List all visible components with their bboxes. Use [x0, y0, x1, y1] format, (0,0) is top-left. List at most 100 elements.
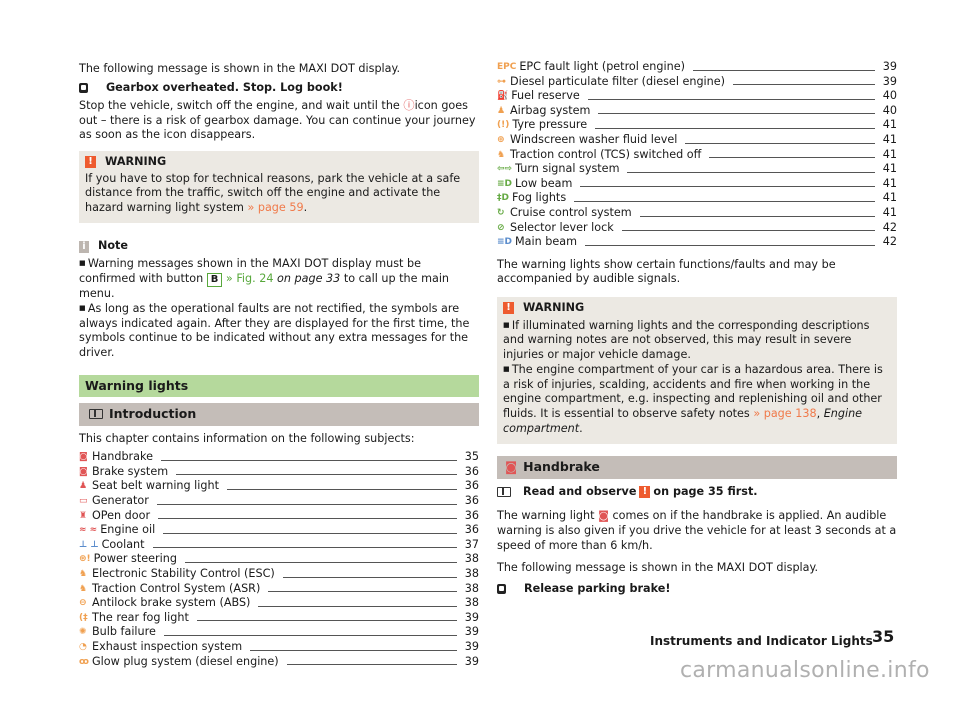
toc-page: 36: [464, 464, 479, 478]
toc-item[interactable]: ◔ Exhaust inspection system 39: [79, 640, 479, 655]
toc-item[interactable]: ♜ OPen door 36: [79, 509, 479, 524]
toc-item[interactable]: ▭ Generator 36: [79, 494, 479, 509]
toc-leader: [163, 532, 457, 534]
toc-label: Diesel particulate filter (diesel engine…: [510, 74, 725, 88]
toc-page: 42: [882, 235, 897, 249]
toc-leader: [574, 200, 875, 202]
toc-label: Airbag system: [510, 103, 591, 117]
toc-item[interactable]: ♞ Traction Control System (ASR) 38: [79, 582, 479, 597]
toc-item[interactable]: ♟ Airbag system 40: [497, 104, 897, 119]
toc-label: Power steering: [93, 552, 177, 566]
toc-item[interactable]: ◙ Handbrake 35: [79, 450, 479, 465]
toc-label: Tyre pressure: [512, 118, 588, 132]
toc-leader: [587, 98, 875, 100]
subsection-title: Introduction: [109, 406, 197, 422]
book-icon: [497, 487, 511, 498]
toc-page: 40: [882, 89, 897, 103]
toc-leader: [692, 69, 875, 71]
note-bullet-2: As long as the operational faults are no…: [79, 301, 479, 360]
warning-light-icon: ◙: [79, 452, 88, 463]
warning-light-icon: ♞: [79, 583, 88, 594]
toc-item[interactable]: (!) Tyre pressure 41: [497, 118, 897, 133]
warning-icon: !: [503, 302, 514, 315]
page-link[interactable]: » page 138: [753, 407, 816, 420]
handbrake-icon-inline: ◙: [598, 509, 609, 523]
toc-item[interactable]: ♞ Electronic Stability Control (ESC) 38: [79, 567, 479, 582]
toc-leader: [733, 84, 875, 86]
toc-item[interactable]: ⊶ Diesel particulate filter (diesel engin…: [497, 75, 897, 90]
toc-leader: [156, 503, 457, 505]
toc-label: The rear fog light: [92, 610, 189, 624]
warning-light-icon: ↻: [497, 207, 505, 218]
toc-item[interactable]: ≈ ≈ Engine oil 36: [79, 523, 479, 538]
toc-item[interactable]: ⊖ Antilock brake system (ABS) 38: [79, 596, 479, 611]
book-icon: [89, 409, 103, 420]
warning-light-icon: ♜: [79, 510, 88, 521]
toc-item[interactable]: ♞ Traction control (TCS) switched off 41: [497, 148, 897, 163]
toc-item[interactable]: ⇦⇨ Turn signal system 41: [497, 162, 897, 177]
text: .: [579, 421, 583, 435]
toc-item[interactable]: (‡ The rear fog light 39: [79, 611, 479, 626]
note-title: Note: [98, 239, 128, 253]
info-icon: i: [79, 240, 89, 253]
toc-leader: [585, 244, 875, 246]
toc-page: 38: [464, 567, 479, 581]
toc-page: 41: [882, 191, 897, 205]
warning-light-icon: ♟: [79, 481, 88, 492]
page-link[interactable]: » page 59: [247, 201, 303, 214]
toc-leader: [184, 562, 457, 564]
toc-page: 36: [464, 508, 479, 522]
toc-label: OPen door: [92, 508, 151, 522]
toc-item[interactable]: ⊕ Windscreen washer fluid level 41: [497, 133, 897, 148]
toc-leader: [621, 230, 875, 232]
toc-item[interactable]: ♟ Seat belt warning light 36: [79, 479, 479, 494]
maxi-dot-message: Release parking brake!: [497, 582, 897, 597]
warning-light-icon: ◔: [79, 642, 87, 652]
warning-text: If you have to stop for technical reason…: [85, 172, 473, 216]
toc-item[interactable]: ⊥ ⊥ Coolant 37: [79, 538, 479, 553]
toc-item[interactable]: ◙ Brake system 36: [79, 465, 479, 480]
toc-item[interactable]: ≡D Low beam 41: [497, 177, 897, 192]
warning-box-right: ! WARNING If illuminated warning lights …: [497, 296, 897, 445]
toc-item[interactable]: EPC EPC fault light (petrol engine) 39: [497, 60, 897, 75]
maxi-dot-message: Gearbox overheated. Stop. Log book!: [79, 81, 479, 96]
text: .: [303, 200, 308, 214]
toc-item[interactable]: ‡D Fog lights 41: [497, 191, 897, 206]
right-column: EPC EPC fault light (petrol engine) 39 ⊶ Die…: [497, 0, 897, 600]
para-text: Stop the vehicle, switch off the engine,…: [79, 99, 404, 113]
toc-item[interactable]: ⊘ Selector lever lock 42: [497, 221, 897, 236]
toc-page: 41: [882, 162, 897, 176]
toc-leader: [595, 127, 875, 129]
toc-page: 39: [464, 610, 479, 624]
toc-list-right: EPC EPC fault light (petrol engine) 39 ⊶ Die…: [497, 60, 897, 250]
maxi-dot-message-text: Release parking brake!: [524, 581, 671, 595]
toc-label: Electronic Stability Control (ESC): [92, 567, 275, 581]
toc-item[interactable]: ✺ Bulb failure 39: [79, 625, 479, 640]
toc-label: Low beam: [515, 176, 573, 190]
warning-light-icon: ⊛!: [79, 554, 91, 565]
toc-leader: [250, 649, 457, 651]
toc-page: 41: [882, 176, 897, 190]
toc-item[interactable]: ꝏ Glow plug system (diesel engine) 39: [79, 655, 479, 670]
fig-link[interactable]: » Fig. 24: [222, 272, 274, 285]
toc-item[interactable]: ⊛! Power steering 38: [79, 552, 479, 567]
toc-item[interactable]: ↻ Cruise control system 41: [497, 206, 897, 221]
toc-label: Bulb failure: [92, 625, 156, 639]
gearbox-paragraph: Stop the vehicle, switch off the engine,…: [79, 99, 479, 143]
toc-label: Turn signal system: [515, 162, 620, 176]
toc-page: 42: [882, 220, 897, 234]
maxi-dot-message-text: Gearbox overheated. Stop. Log book!: [106, 80, 343, 94]
toc-label: Fuel reserve: [511, 89, 580, 103]
toc-label: Brake system: [92, 464, 169, 478]
toc-item[interactable]: ⛽ Fuel reserve 40: [497, 89, 897, 104]
watermark: carmanualsonline.info: [680, 658, 930, 683]
toc-page: 35: [464, 450, 479, 464]
intro-text: The following message is shown in the MA…: [79, 62, 401, 75]
toc-item[interactable]: ≡D Main beam 42: [497, 235, 897, 250]
warning-light-icon: ♟: [497, 105, 506, 116]
toc-leader: [709, 157, 875, 159]
toc-label: EPC fault light (petrol engine): [519, 60, 685, 73]
toc-page: 36: [464, 523, 479, 537]
footer-page-number: 35: [872, 627, 895, 646]
warning-light-icon: ♞: [79, 569, 88, 580]
